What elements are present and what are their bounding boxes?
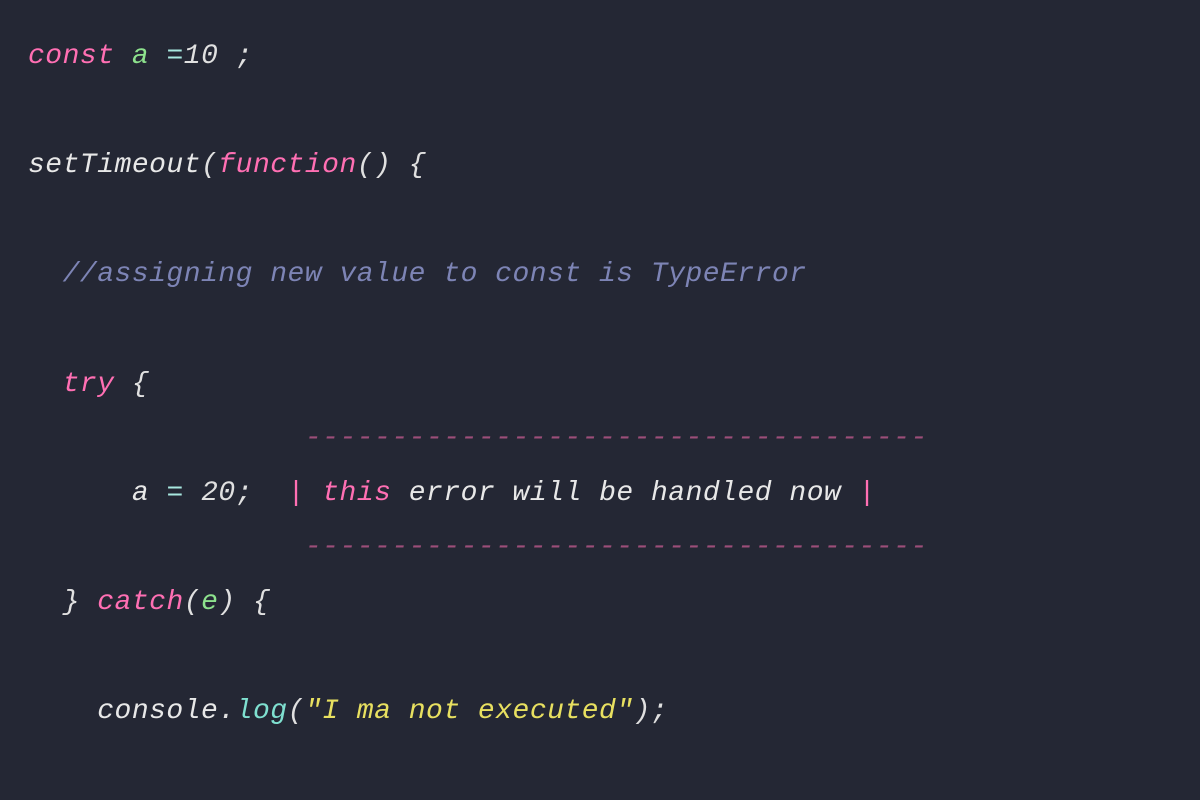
method-log: log xyxy=(236,696,288,727)
string-literal: "I ma not executed" xyxy=(305,696,634,727)
identifier-a: a xyxy=(132,478,149,509)
annotation-pipe: | xyxy=(859,478,876,509)
keyword-const: const xyxy=(28,41,115,72)
code-line-1: const a =10 ; xyxy=(28,41,253,72)
code-line-7: try { xyxy=(28,369,149,400)
dot: . xyxy=(218,696,235,727)
keyword-catch: catch xyxy=(97,587,184,618)
operator-equals: = xyxy=(166,478,183,509)
rbrace: } xyxy=(63,587,80,618)
annotation-border-top: ------------------------------------ xyxy=(28,423,928,454)
annotation-dashes: ------------------------------------ xyxy=(305,423,928,454)
lbrace: { xyxy=(132,369,149,400)
annotation-border-bottom: ------------------------------------ xyxy=(28,532,928,563)
code-line-3: setTimeout(function() { xyxy=(28,150,426,181)
rparen: ) xyxy=(218,587,235,618)
annotation-dashes: ------------------------------------ xyxy=(305,532,928,563)
identifier-e: e xyxy=(201,587,218,618)
lparen: ( xyxy=(288,696,305,727)
lparen: ( xyxy=(184,587,201,618)
semicolon: ; xyxy=(236,478,253,509)
code-line-13: console.log("I ma not executed"); xyxy=(28,696,668,727)
operator-equals: = xyxy=(166,41,183,72)
semicolon: ; xyxy=(651,696,668,727)
annotation-text: error will be handled now xyxy=(391,478,858,509)
keyword-function: function xyxy=(218,150,356,181)
fn-settimeout: setTimeout xyxy=(28,150,201,181)
code-line-9: a = 20; | this error will be handled now… xyxy=(28,478,876,509)
identifier-a: a xyxy=(132,41,149,72)
parens: () xyxy=(357,150,392,181)
code-block: const a =10 ; setTimeout(function() { //… xyxy=(28,30,1172,800)
number-literal: 10 xyxy=(184,41,219,72)
annotation-this: this xyxy=(322,478,391,509)
code-line-5: //assigning new value to const is TypeEr… xyxy=(28,259,807,290)
obj-console: console xyxy=(97,696,218,727)
lbrace: { xyxy=(409,150,426,181)
annotation-pipe: | xyxy=(288,478,323,509)
lbrace: { xyxy=(253,587,270,618)
code-line-11: } catch(e) { xyxy=(28,587,270,618)
rparen: ) xyxy=(634,696,651,727)
comment-text: //assigning new value to const is TypeEr… xyxy=(63,259,807,290)
lparen: ( xyxy=(201,150,218,181)
semicolon: ; xyxy=(236,41,253,72)
keyword-try: try xyxy=(63,369,115,400)
number-literal: 20 xyxy=(201,478,236,509)
